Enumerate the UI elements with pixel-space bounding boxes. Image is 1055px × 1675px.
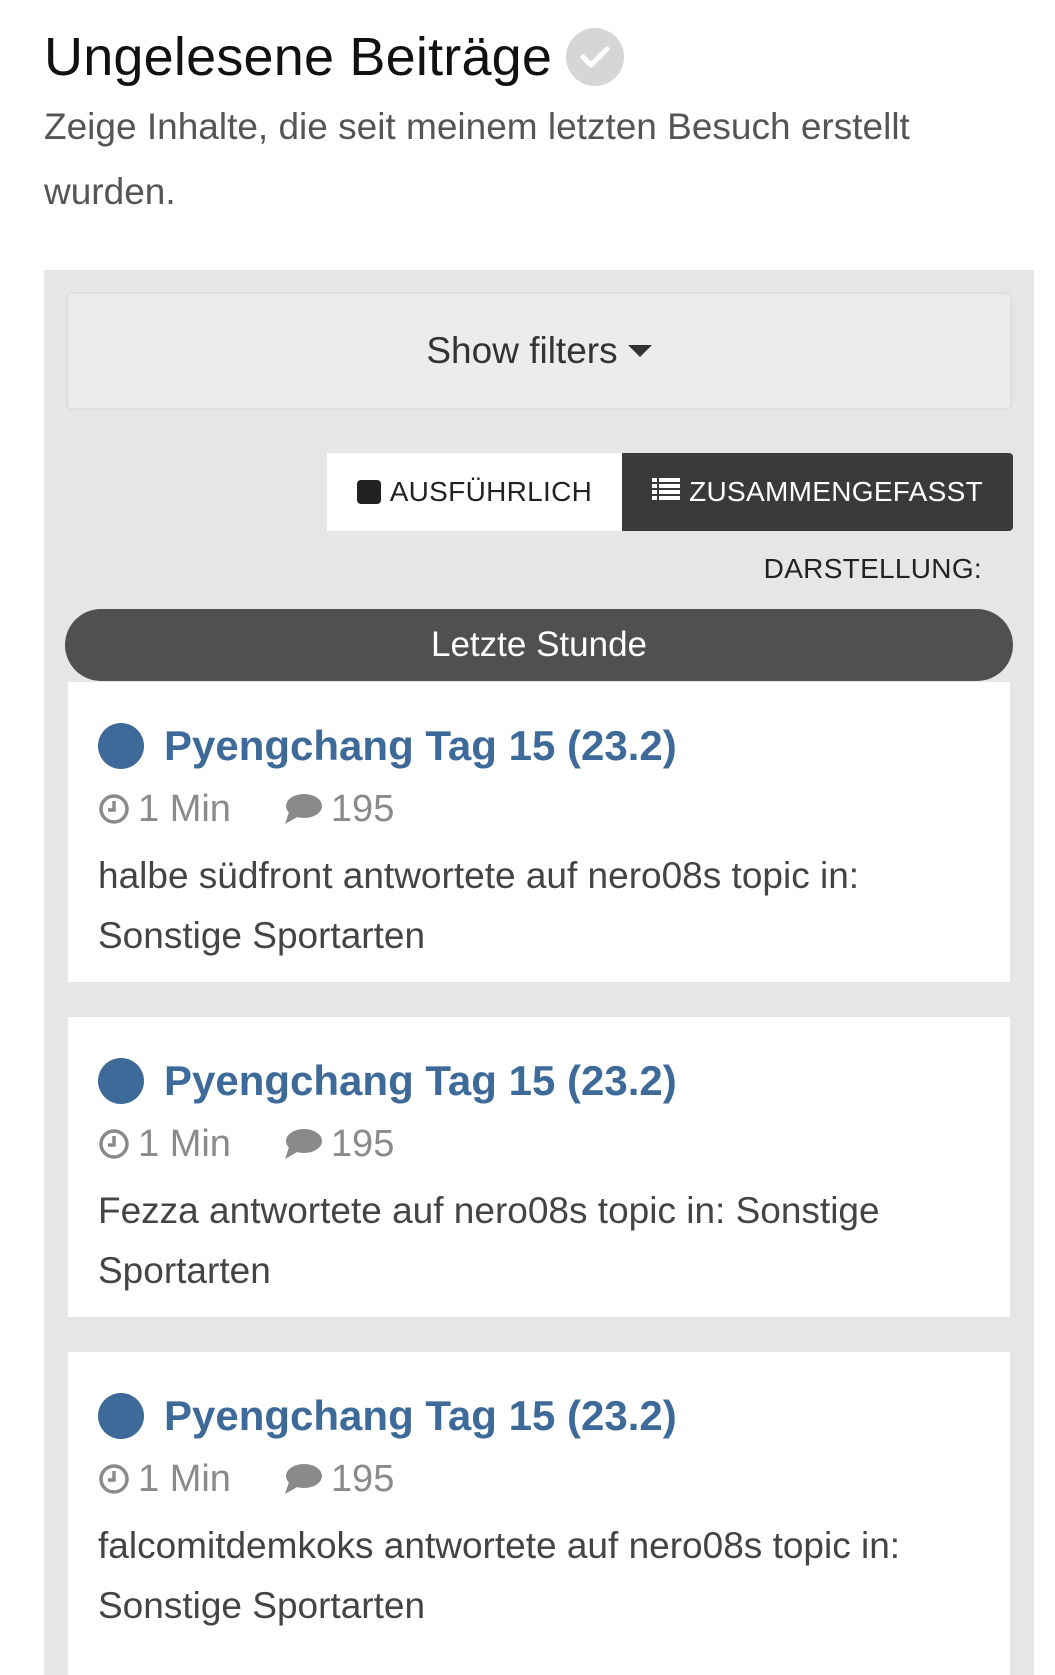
view-mode-toggle: AUSFÜHRLICH ZUSAMMENGEFASST [326,453,1013,531]
item-time: 1 Min [98,788,231,831]
time-period-label: Letzte Stunde [431,625,647,664]
unread-dot-icon [98,723,144,769]
item-time: 1 Min [98,1458,231,1501]
list-item: Pyengchang Tag 15 (23.2) 1 Min 195 halbe… [68,682,1010,982]
comment-icon [283,1127,323,1161]
time-period-selector[interactable]: Letzte Stunde [65,609,1013,681]
topic-title-link[interactable]: Pyengchang Tag 15 (23.2) [164,1392,677,1440]
comment-icon [283,792,323,826]
unread-dot-icon [98,1058,144,1104]
item-comments: 195 [283,1123,394,1166]
item-comments: 195 [283,1458,394,1501]
comment-icon [283,1462,323,1496]
square-icon [356,480,381,504]
item-description: falcomitdemkoks antwortete auf nero08s t… [98,1525,901,1626]
stream-panel: Show filters AUSFÜHRLICH ZUSAMMENGEFASST… [44,270,1034,1675]
view-condensed-button[interactable]: ZUSAMMENGEFASST [622,453,1013,531]
item-description: halbe südfront antwortete auf nero08s to… [98,855,860,956]
item-time: 1 Min [98,1123,231,1166]
view-mode-label: DARSTELLUNG: [763,553,982,584]
page-title: Ungelesene Beiträge [44,27,553,87]
item-comments-count: 195 [330,1122,395,1165]
item-description: Fezza antwortete auf nero08s topic in: S… [98,1190,880,1291]
item-comments: 195 [283,788,394,831]
caret-down-icon [627,345,652,357]
clock-icon [98,793,130,825]
item-comments-count: 195 [330,1457,395,1500]
check-circle-icon [566,28,625,86]
page-header: Ungelesene Beiträge [44,22,625,92]
show-filters-button[interactable]: Show filters [66,292,1012,410]
item-comments-count: 195 [330,787,395,830]
page-subtitle: Zeige Inhalte, die seit meinem letzten B… [44,106,910,212]
item-time-value: 1 Min [138,1122,231,1165]
list-item: Pyengchang Tag 15 (23.2) 1 Min 195 Fezza… [68,1017,1010,1317]
view-expanded-label: AUSFÜHRLICH [389,476,593,507]
list-item: Pyengchang Tag 15 (23.2) 1 Min 195 falco… [68,1352,1010,1675]
clock-icon [98,1128,130,1160]
topic-title-link[interactable]: Pyengchang Tag 15 (23.2) [164,722,677,770]
item-time-value: 1 Min [138,787,231,830]
list-icon [652,476,681,508]
topic-title-link[interactable]: Pyengchang Tag 15 (23.2) [164,1057,677,1105]
view-expanded-button[interactable]: AUSFÜHRLICH [326,453,623,531]
show-filters-label: Show filters [426,330,618,371]
clock-icon [98,1463,130,1495]
view-condensed-label: ZUSAMMENGEFASST [689,476,983,507]
item-time-value: 1 Min [138,1457,231,1500]
unread-dot-icon [98,1393,144,1439]
